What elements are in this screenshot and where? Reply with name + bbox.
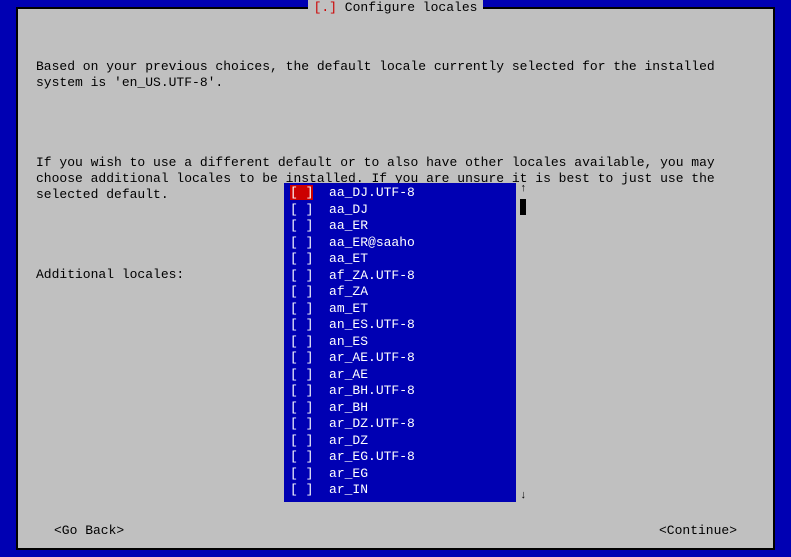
locale-label: an_ES [329,334,368,349]
locale-label: ar_BH.UTF-8 [329,383,415,398]
checkbox-icon[interactable]: [ ] [290,350,313,365]
locale-option[interactable]: [ ] aa_ER@saaho [290,235,510,252]
scroll-thumb[interactable] [520,199,526,215]
checkbox-icon[interactable]: [ ] [290,301,313,316]
body-para1: Based on your previous choices, the defa… [36,59,755,91]
title-prefix: [.] [314,0,337,15]
locale-label: ar_IN [329,482,368,497]
checkbox-icon[interactable]: [ ] [290,334,313,349]
locale-label: ar_AE.UTF-8 [329,350,415,365]
locale-label: ar_EG [329,466,368,481]
locale-option[interactable]: [ ] ar_IN [290,482,510,499]
checkbox-icon[interactable]: [ ] [290,235,313,250]
locale-label: ar_DZ [329,433,368,448]
locale-option[interactable]: [ ] ar_BH [290,400,510,417]
checkbox-icon[interactable]: [ ] [290,251,313,266]
locale-listbox[interactable]: [ ] aa_DJ.UTF-8[ ] aa_DJ[ ] aa_ER[ ] aa_… [284,183,516,502]
locale-option[interactable]: [ ] aa_DJ [290,202,510,219]
continue-button[interactable]: <Continue> [659,523,737,538]
checkbox-icon[interactable]: [ ] [290,268,313,283]
locale-label: an_ES.UTF-8 [329,317,415,332]
checkbox-icon[interactable]: [ ] [290,284,313,299]
locale-label: af_ZA.UTF-8 [329,268,415,283]
locale-option[interactable]: [ ] an_ES [290,334,510,351]
locale-option[interactable]: [ ] aa_ER [290,218,510,235]
locale-option[interactable]: [ ] ar_DZ.UTF-8 [290,416,510,433]
locale-label: aa_ER [329,218,368,233]
checkbox-icon[interactable]: [ ] [290,367,313,382]
locale-option[interactable]: [ ] aa_DJ.UTF-8 [290,185,510,202]
checkbox-icon[interactable]: [ ] [290,433,313,448]
checkbox-icon[interactable]: [ ] [290,317,313,332]
title-text: Configure locales [345,0,478,15]
dialog-window: [.] Configure locales Based on your prev… [16,7,775,550]
dialog-footer: <Go Back> <Continue> [18,523,773,538]
checkbox-icon[interactable]: [ ] [290,416,313,431]
locale-option[interactable]: [ ] ar_EG.UTF-8 [290,449,510,466]
go-back-button[interactable]: <Go Back> [54,523,124,538]
locale-label: aa_ET [329,251,368,266]
locale-label: ar_DZ.UTF-8 [329,416,415,431]
locale-label: aa_DJ [329,202,368,217]
locale-option[interactable]: [ ] af_ZA.UTF-8 [290,268,510,285]
checkbox-icon[interactable]: [ ] [290,218,313,233]
locale-label: ar_EG.UTF-8 [329,449,415,464]
locale-label: aa_ER@saaho [329,235,415,250]
checkbox-icon[interactable]: [ ] [290,449,313,464]
scroll-down-icon[interactable]: ↓ [520,490,527,502]
locale-option[interactable]: [ ] aa_ET [290,251,510,268]
locale-option[interactable]: [ ] ar_EG [290,466,510,483]
checkbox-icon[interactable]: [ ] [290,400,313,415]
title-bar: [.] Configure locales [18,0,773,15]
checkbox-icon[interactable]: [ ] [290,185,313,200]
locale-label: af_ZA [329,284,368,299]
locale-option[interactable]: [ ] ar_AE [290,367,510,384]
locale-label: ar_AE [329,367,368,382]
checkbox-icon[interactable]: [ ] [290,383,313,398]
locale-option[interactable]: [ ] am_ET [290,301,510,318]
checkbox-icon[interactable]: [ ] [290,482,313,497]
locale-label: ar_BH [329,400,368,415]
scrollbar[interactable]: ↑ ↓ [516,183,532,502]
locale-label: am_ET [329,301,368,316]
locale-option[interactable]: [ ] ar_BH.UTF-8 [290,383,510,400]
scroll-up-icon[interactable]: ↑ [520,183,527,195]
locale-option[interactable]: [ ] ar_DZ [290,433,510,450]
checkbox-icon[interactable]: [ ] [290,202,313,217]
checkbox-icon[interactable]: [ ] [290,466,313,481]
locale-option[interactable]: [ ] ar_AE.UTF-8 [290,350,510,367]
locale-list-container: [ ] aa_DJ.UTF-8[ ] aa_DJ[ ] aa_ER[ ] aa_… [284,183,532,502]
locale-label: aa_DJ.UTF-8 [329,185,415,200]
locale-option[interactable]: [ ] af_ZA [290,284,510,301]
locale-option[interactable]: [ ] an_ES.UTF-8 [290,317,510,334]
